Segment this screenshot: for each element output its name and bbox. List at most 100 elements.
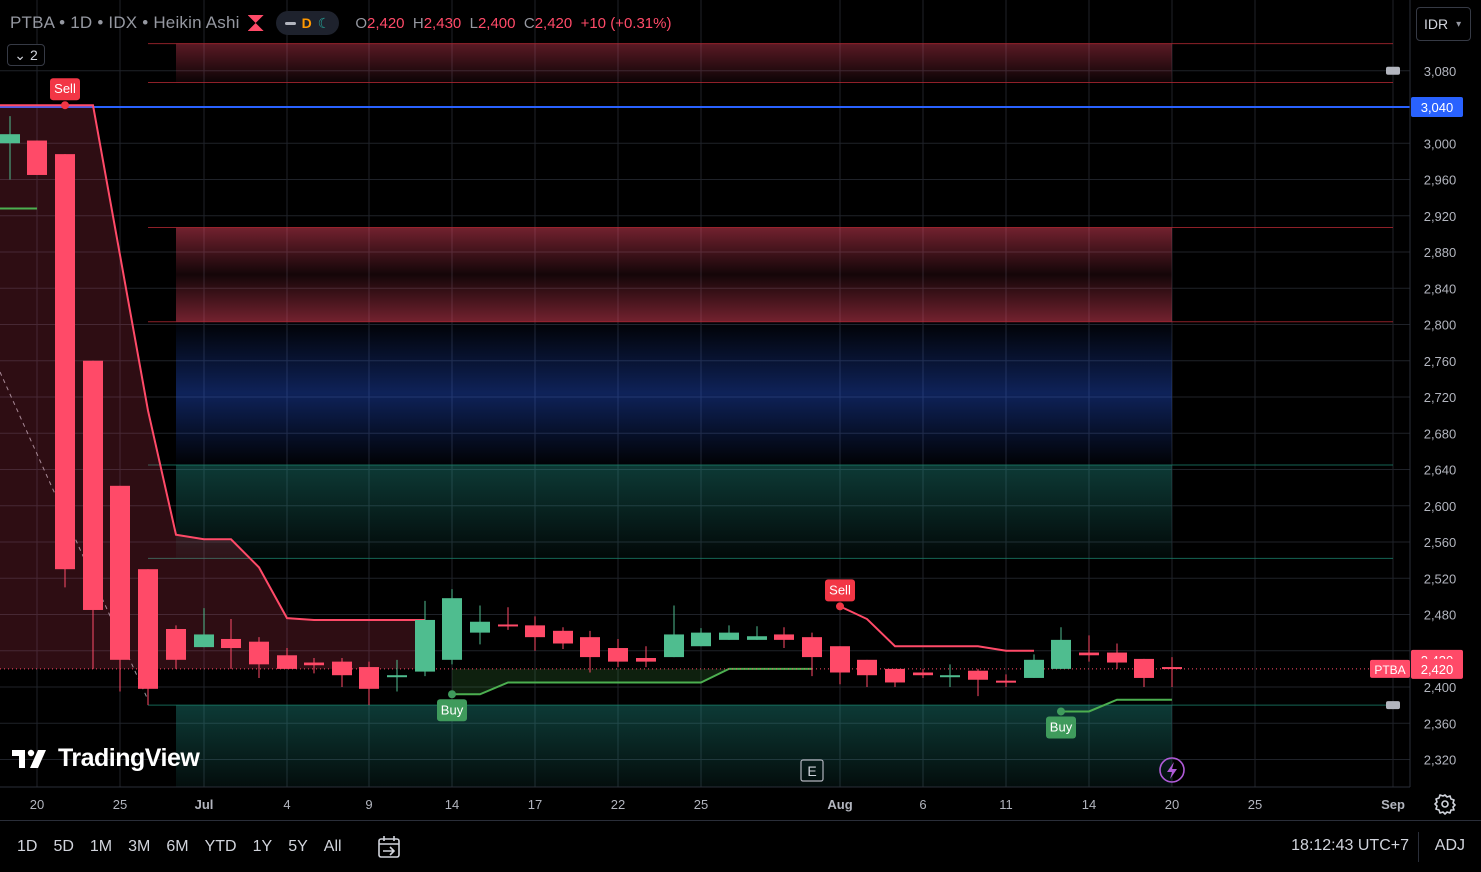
session-pill[interactable]: D ☾	[275, 11, 340, 35]
candle-body	[249, 641, 269, 665]
range-3m[interactable]: 3M	[120, 838, 158, 856]
candle	[580, 630, 600, 673]
candle-body	[636, 658, 656, 662]
gear-icon[interactable]	[1434, 793, 1456, 815]
bottom-toolbar: 1D 5D 1M 3M 6M YTD 1Y 5Y All 18:12:43 UT…	[0, 822, 1481, 872]
candle	[968, 668, 988, 697]
candle	[996, 674, 1016, 687]
zone-supply	[176, 227, 1172, 322]
time-tick-label: 25	[694, 797, 708, 812]
candle	[470, 605, 490, 645]
price-tick-label: 2,800	[1424, 318, 1457, 333]
price-tick-label: 2,600	[1424, 499, 1457, 514]
candle	[830, 646, 850, 685]
price-tick-label: 2,680	[1424, 426, 1457, 441]
time-tick-label: 14	[445, 797, 459, 812]
candle-body	[940, 675, 960, 678]
candle-body	[332, 661, 352, 676]
zone-supply	[176, 43, 1172, 83]
candle-body	[553, 630, 573, 644]
candle	[498, 607, 518, 630]
range-6m[interactable]: 6M	[158, 838, 196, 856]
candle	[774, 627, 794, 649]
range-1m[interactable]: 1M	[82, 838, 120, 856]
candle-body	[580, 637, 600, 658]
candle-body	[1024, 659, 1044, 678]
candle-body	[802, 637, 822, 658]
candle	[415, 600, 435, 677]
range-ytd[interactable]: YTD	[197, 838, 245, 856]
signal-label: Buy	[1050, 719, 1073, 734]
candle	[138, 569, 158, 706]
candle	[747, 626, 767, 640]
candle-color-icon[interactable]	[247, 15, 264, 31]
zone-equilibrium	[176, 321, 1172, 465]
candle-body	[830, 646, 850, 673]
candle	[359, 661, 379, 706]
price-tick-label: 2,880	[1424, 245, 1457, 260]
candle-body	[885, 668, 905, 683]
clock-readout[interactable]: 18:12:43 UTC+7	[1291, 837, 1409, 855]
time-tick-label: 22	[611, 797, 625, 812]
candle-body	[719, 632, 739, 640]
range-all[interactable]: All	[316, 838, 350, 856]
time-tick-label: 20	[30, 797, 44, 812]
price-label: 2,420	[1421, 662, 1454, 677]
range-1y[interactable]: 1Y	[245, 838, 281, 856]
candle-body	[194, 634, 214, 648]
range-5y[interactable]: 5Y	[280, 838, 316, 856]
price-tick-label: 2,640	[1424, 463, 1457, 478]
goto-date-icon[interactable]	[376, 834, 402, 860]
candle	[940, 664, 960, 687]
candle-body	[387, 675, 407, 678]
candle-body	[0, 134, 20, 144]
indicators-toggle[interactable]: ⌄ 2	[7, 44, 45, 66]
time-axis: 20 25 Jul 4 9 14 17 22 25 Aug 6 11 14 20 25 Sep	[30, 797, 1405, 812]
candle	[249, 637, 269, 678]
tradingview-wordmark: TradingView	[58, 744, 200, 772]
candle-body	[996, 680, 1016, 683]
candle-body	[27, 140, 47, 175]
candle	[1024, 654, 1044, 678]
range-1d[interactable]: 1D	[0, 838, 45, 856]
candle-body	[304, 662, 324, 666]
time-tick-label: 4	[283, 797, 290, 812]
candle	[553, 627, 573, 649]
currency-button[interactable]: IDR ▾	[1416, 7, 1471, 41]
candle-body	[83, 360, 103, 610]
candle-body	[415, 619, 435, 672]
ohlc-high: 2,430	[423, 14, 462, 32]
symbol-title[interactable]: PTBA • 1D • IDX • Heikin Ashi	[0, 13, 240, 33]
adj-toggle[interactable]: ADJ	[1435, 837, 1465, 855]
candle	[857, 659, 877, 687]
signal-label: Sell	[54, 81, 76, 96]
time-tick-label: 25	[1248, 797, 1262, 812]
legend-bar: PTBA • 1D • IDX • Heikin Ashi D ☾ O2,420…	[0, 8, 671, 38]
candle	[55, 154, 75, 588]
ohlc-values: O2,420 H2,430 L2,400 C2,420 +10 (+0.31%)	[355, 14, 672, 32]
candle-body	[1107, 652, 1127, 663]
candle-body	[221, 638, 241, 649]
candle	[608, 638, 628, 668]
price-tick-label: 2,560	[1424, 535, 1457, 550]
candle	[442, 589, 462, 665]
price-axis: 3,080 3,000 2,960 2,920 2,880 2,840 2,800 2,760…	[1411, 64, 1463, 768]
candle-body	[774, 634, 794, 640]
tradingview-logo[interactable]: TradingView	[12, 744, 200, 773]
zones	[148, 43, 1400, 787]
range-5d[interactable]: 5D	[45, 838, 81, 856]
time-tick-label: 14	[1082, 797, 1096, 812]
candle-body	[55, 154, 75, 570]
price-tick-label: 3,080	[1424, 64, 1457, 79]
candle-body	[110, 485, 130, 660]
chart-canvas[interactable]: Sell Buy Sell Buy E 3,080 3,000 2,960 2,920 2,880…	[0, 0, 1481, 822]
signal-dot	[448, 690, 456, 699]
trail-down-line	[839, 605, 1034, 652]
candle	[691, 628, 711, 647]
candle-body	[525, 625, 545, 638]
signal-label: Sell	[829, 582, 851, 597]
tradingview-mark-icon	[12, 749, 46, 768]
candle-body	[913, 672, 933, 676]
signal-dot	[1057, 707, 1065, 716]
indicator-count: 2	[29, 47, 38, 63]
